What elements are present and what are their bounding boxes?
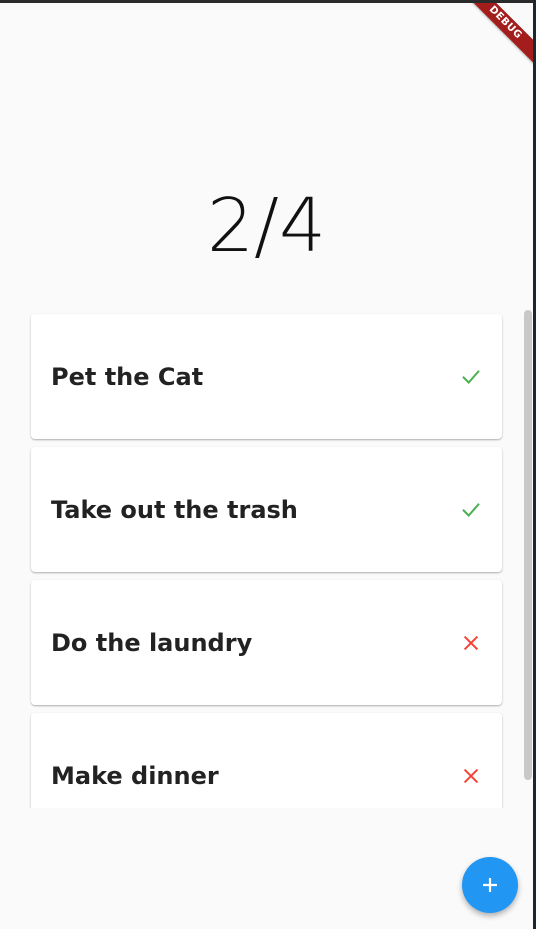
check-icon[interactable] [460, 366, 482, 388]
add-task-button[interactable] [462, 857, 518, 913]
close-icon[interactable] [460, 765, 482, 787]
task-label: Do the laundry [51, 628, 253, 657]
completion-counter: 2/4 [206, 183, 327, 269]
task-card-take-out-the-trash[interactable]: Take out the trash [31, 447, 502, 572]
check-icon[interactable] [460, 499, 482, 521]
plus-icon [483, 878, 497, 892]
task-label: Pet the Cat [51, 362, 204, 391]
close-icon[interactable] [460, 632, 482, 654]
task-label: Make dinner [51, 761, 219, 790]
task-list[interactable]: Pet the Cat Take out the trash Do the la… [0, 310, 533, 808]
task-card-make-dinner[interactable]: Make dinner [31, 713, 502, 808]
debug-banner: DEBUG [456, 3, 533, 72]
task-label: Take out the trash [51, 495, 298, 524]
task-card-pet-the-cat[interactable]: Pet the Cat [31, 314, 502, 439]
list-scrollbar[interactable] [524, 310, 532, 780]
app-window: DEBUG 2/4 Pet the Cat Take out the trash… [0, 3, 533, 929]
task-card-do-the-laundry[interactable]: Do the laundry [31, 580, 502, 705]
